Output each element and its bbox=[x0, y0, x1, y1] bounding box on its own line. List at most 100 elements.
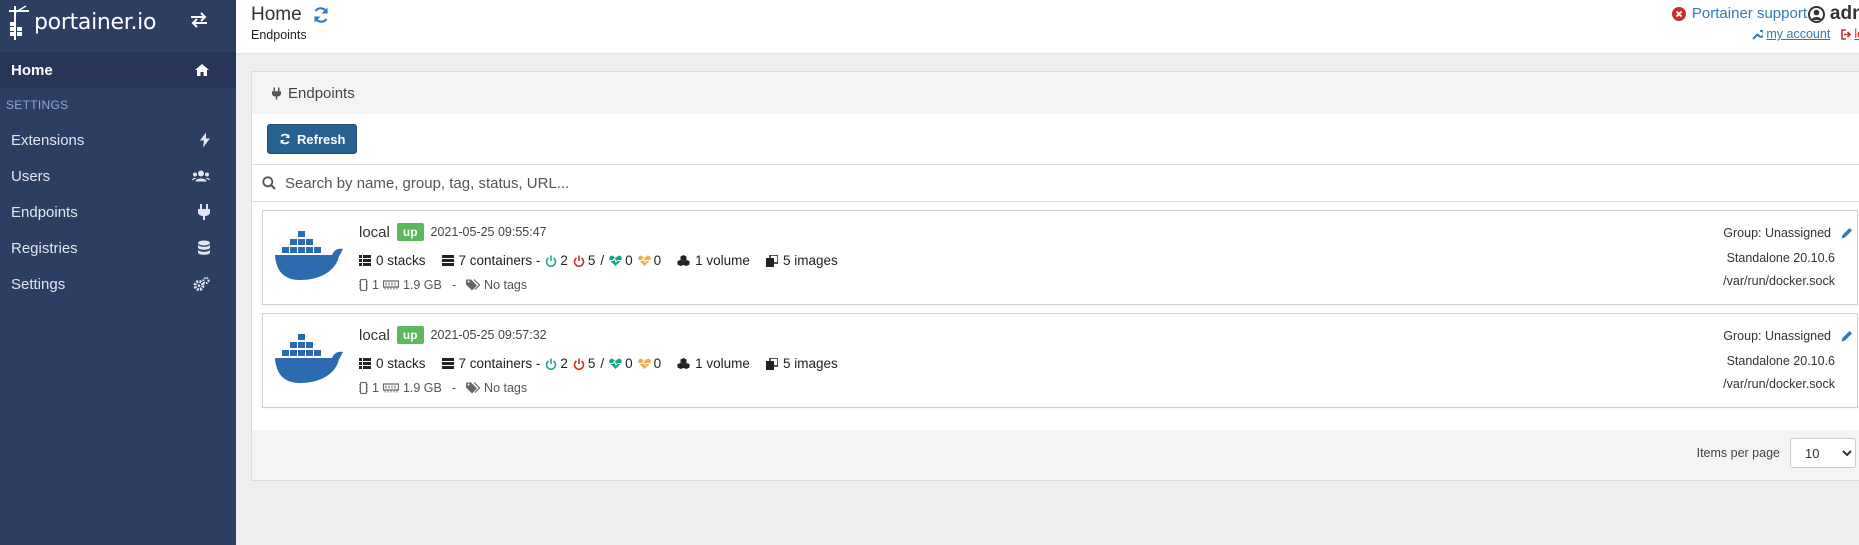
healthy-stat: 0 bbox=[609, 356, 633, 371]
sidebar-item-settings[interactable]: Settings bbox=[0, 266, 236, 302]
user-info: adm bbox=[1807, 3, 1859, 25]
logout-link[interactable]: log bbox=[1840, 27, 1859, 41]
refresh-icon bbox=[280, 133, 290, 145]
memory-size: 1.9 GB bbox=[402, 278, 442, 292]
my-account-link[interactable]: my account bbox=[1752, 27, 1830, 41]
database-icon bbox=[198, 240, 210, 256]
close-circle-icon bbox=[1671, 6, 1686, 21]
endpoints-widget: Endpoints Refresh local up 2 0 2 1 bbox=[251, 71, 1859, 481]
endpoint-timestamp: 2021-05-25 09:57:32 bbox=[430, 328, 547, 342]
volumes-count: 1 volume bbox=[695, 356, 750, 371]
endpoint-url: /var/run/docker.sock bbox=[1723, 274, 1835, 288]
resource-separator: - bbox=[451, 278, 457, 292]
images-count: 5 images bbox=[782, 356, 838, 371]
th-list-icon bbox=[359, 358, 371, 369]
stopped-count: 5 bbox=[587, 253, 596, 268]
cpu-icon bbox=[359, 279, 368, 291]
endpoint-card[interactable]: local up 2021-05-25 09:55:47 0 stacks 7 … bbox=[262, 210, 1858, 305]
endpoint-stats: 0 stacks 7 containers - 2 5 / 0 0 1 volu… bbox=[359, 356, 854, 371]
items-per-page-label: Items per page bbox=[1696, 446, 1780, 460]
sidebar-item-label: Extensions bbox=[11, 131, 85, 149]
account-links: my account log bbox=[1752, 27, 1859, 41]
widget-header: Endpoints bbox=[252, 72, 1859, 114]
stat-separator: / bbox=[600, 253, 605, 268]
endpoint-card[interactable]: local up 2021-05-25 09:57:32 0 stacks 7 … bbox=[262, 313, 1858, 408]
page-title-wrap: Home bbox=[251, 4, 330, 26]
memory-icon bbox=[382, 383, 399, 393]
sidebar-item-label: Endpoints bbox=[11, 203, 78, 221]
edit-pencil-icon[interactable] bbox=[1841, 227, 1853, 239]
server-icon bbox=[441, 358, 454, 369]
power-on-icon bbox=[546, 358, 557, 370]
stacks-stat: 0 stacks bbox=[359, 356, 426, 371]
stopped-stat: 5 bbox=[573, 356, 596, 371]
images-stat: 5 images bbox=[765, 356, 838, 371]
support-label: Portainer support bbox=[1691, 5, 1807, 22]
refresh-button[interactable]: Refresh bbox=[267, 124, 358, 154]
logout-label: log bbox=[1854, 27, 1859, 41]
edit-pencil-icon[interactable] bbox=[1841, 330, 1853, 342]
cubes-icon bbox=[677, 358, 690, 369]
endpoint-list: local up 2021-05-25 09:55:47 0 stacks 7 … bbox=[252, 202, 1859, 430]
group-line: Group: Unassigned bbox=[1723, 224, 1852, 242]
pagination: Items per page 10 bbox=[1697, 438, 1856, 468]
breadcrumb: Endpoints bbox=[251, 28, 307, 42]
containers-stat: 7 containers - 2 5 / 0 0 bbox=[441, 356, 661, 371]
docker-logo-icon bbox=[275, 231, 343, 280]
clone-icon bbox=[765, 254, 778, 267]
sidebar-item-endpoints[interactable]: Endpoints bbox=[0, 194, 236, 230]
endpoint-type: Standalone 20.10.6 bbox=[1726, 251, 1835, 265]
sidebar-item-registries[interactable]: Registries bbox=[0, 230, 236, 266]
heartbeat-icon bbox=[637, 255, 651, 266]
user-circle-icon bbox=[1807, 5, 1825, 23]
wrench-icon bbox=[1752, 29, 1764, 40]
cubes-icon bbox=[677, 255, 690, 266]
sidebar: portainer.io Home SETTINGS Extensions Us… bbox=[0, 0, 236, 545]
containers-stat: 7 containers - 2 5 / 0 0 bbox=[441, 253, 662, 268]
endpoint-url: /var/run/docker.sock bbox=[1723, 377, 1835, 391]
sidebar-item-users[interactable]: Users bbox=[0, 158, 236, 194]
memory-icon bbox=[382, 280, 399, 290]
brand: portainer.io bbox=[0, 0, 236, 44]
sidebar-item-label: Registries bbox=[11, 239, 78, 257]
refresh-page-icon[interactable] bbox=[312, 6, 330, 24]
items-per-page-select[interactable]: 10 bbox=[1790, 438, 1856, 468]
resource-separator: - bbox=[451, 381, 457, 395]
cogs-icon bbox=[193, 276, 210, 292]
sidebar-item-home[interactable]: Home bbox=[0, 52, 236, 88]
heartbeat-icon bbox=[609, 358, 622, 369]
stopped-count: 5 bbox=[587, 356, 596, 371]
tags-value: No tags bbox=[484, 278, 528, 292]
sidebar-heading-settings: SETTINGS bbox=[6, 98, 69, 112]
sidebar-item-extensions[interactable]: Extensions bbox=[0, 122, 236, 158]
portainer-logo[interactable]: portainer.io bbox=[8, 2, 156, 42]
portainer-support-link[interactable]: Portainer support bbox=[1671, 5, 1807, 22]
endpoint-name: local bbox=[359, 326, 390, 344]
heartbeat-icon bbox=[609, 255, 622, 266]
bolt-icon bbox=[200, 132, 210, 148]
endpoint-name: local bbox=[359, 223, 390, 241]
endpoint-title-line: local up 2021-05-25 09:55:47 bbox=[359, 223, 547, 241]
cpu-count: 1 bbox=[372, 278, 379, 292]
endpoint-group: Group: Unassigned bbox=[1723, 329, 1831, 343]
healthy-count: 0 bbox=[625, 356, 633, 371]
cpu-count: 1 bbox=[372, 381, 379, 395]
endpoint-resources: 1 1.9 GB - No tags bbox=[359, 278, 527, 292]
stacks-stat: 0 stacks bbox=[359, 253, 426, 268]
endpoint-stats: 0 stacks 7 containers - 2 5 / 0 0 1 volu… bbox=[359, 253, 854, 268]
widget-toolbar: Refresh bbox=[252, 114, 1859, 164]
status-badge: up bbox=[396, 326, 424, 344]
plug-icon bbox=[198, 204, 210, 220]
unhealthy-count: 0 bbox=[653, 253, 662, 268]
toggle-sidebar-icon[interactable] bbox=[190, 12, 208, 33]
brand-name: portainer.io bbox=[34, 9, 157, 35]
power-off-icon bbox=[573, 358, 585, 370]
widget-title: Endpoints bbox=[288, 84, 355, 102]
running-count: 2 bbox=[560, 356, 568, 371]
search-input[interactable] bbox=[285, 174, 1185, 192]
stacks-count: 0 stacks bbox=[376, 253, 426, 268]
containers-count: 7 containers - bbox=[458, 253, 541, 268]
endpoint-meta: Group: Unassigned Standalone 20.10.6 /va… bbox=[1723, 224, 1852, 288]
search-icon bbox=[262, 176, 276, 190]
clone-icon bbox=[765, 357, 778, 370]
